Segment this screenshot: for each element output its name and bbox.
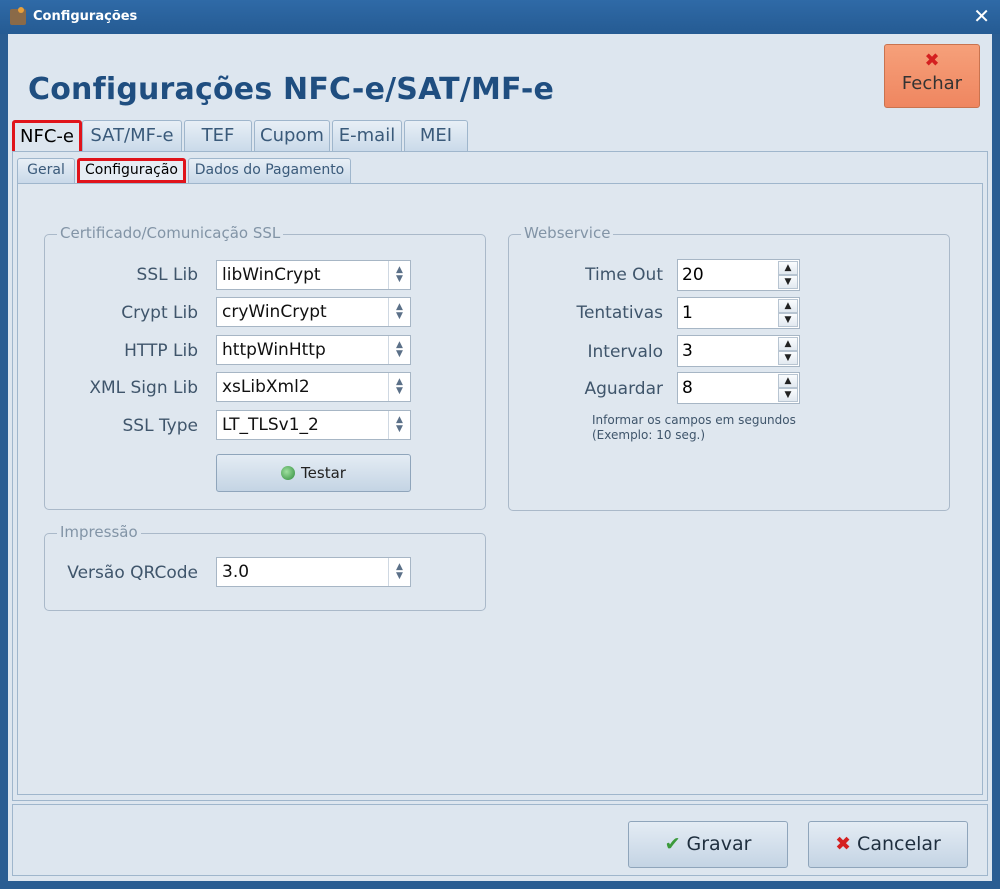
- time-out-spinner[interactable]: ▲ ▼: [677, 259, 800, 291]
- webservice-group: Webservice Time Out ▲ ▼ Tentativas ▲ ▼: [508, 224, 950, 511]
- fechar-button[interactable]: ✖ Fechar: [884, 44, 980, 108]
- app-icon: [10, 7, 26, 25]
- tentativas-label: Tentativas: [576, 303, 663, 323]
- ssl-lib-value: libWinCrypt: [222, 265, 321, 285]
- qrcode-version-value: 3.0: [222, 562, 250, 582]
- tab-cupom[interactable]: Cupom: [254, 120, 330, 152]
- spin-down-icon[interactable]: ▼: [778, 351, 798, 365]
- spin-down-icon[interactable]: ▼: [778, 275, 798, 289]
- testar-button[interactable]: Testar: [216, 454, 411, 492]
- hint-line-1: Informar os campos em segundos: [592, 413, 796, 427]
- seconds-hint: Informar os campos em segundos (Exemplo:…: [592, 413, 796, 443]
- xml-sign-lib-value: xsLibXml2: [222, 377, 310, 397]
- cancelar-button-label: Cancelar: [857, 833, 941, 855]
- print-group: Impressão Versão QRCode 3.0 ▲ ▼: [44, 523, 486, 611]
- print-group-legend: Impressão: [57, 523, 141, 541]
- fechar-button-label: Fechar: [901, 73, 963, 94]
- close-icon: ✖: [924, 50, 940, 71]
- tentativas-input[interactable]: [680, 301, 776, 325]
- tab-email[interactable]: E-mail: [332, 120, 402, 152]
- tab-nfce[interactable]: NFC-e: [12, 120, 82, 154]
- subtab-dados-pagamento[interactable]: Dados do Pagamento: [188, 158, 351, 183]
- tentativas-spinner[interactable]: ▲ ▼: [677, 297, 800, 329]
- gravar-button-label: Gravar: [686, 833, 752, 855]
- http-lib-select[interactable]: httpWinHttp ▲ ▼: [216, 335, 411, 365]
- spin-up-icon[interactable]: ▲: [778, 337, 798, 351]
- intervalo-input[interactable]: [680, 339, 776, 363]
- cancel-icon: ✖: [835, 833, 852, 855]
- ssl-group: Certificado/Comunicação SSL SSL Lib libW…: [44, 224, 486, 510]
- xml-sign-lib-select[interactable]: xsLibXml2 ▲ ▼: [216, 372, 411, 402]
- crypt-lib-label: Crypt Lib: [121, 303, 198, 323]
- footer-panel: ✔ Gravar ✖ Cancelar: [12, 804, 988, 876]
- qrcode-version-select[interactable]: 3.0 ▲ ▼: [216, 557, 411, 587]
- hint-line-2: (Exemplo: 10 seg.): [592, 428, 706, 442]
- time-out-label: Time Out: [585, 265, 663, 285]
- test-icon: [281, 466, 296, 480]
- intervalo-spinner[interactable]: ▲ ▼: [677, 335, 800, 367]
- configuracao-panel: Certificado/Comunicação SSL SSL Lib libW…: [17, 183, 983, 795]
- check-icon: ✔: [664, 833, 681, 855]
- aguardar-label: Aguardar: [584, 379, 663, 399]
- spin-down-icon[interactable]: ▼: [778, 388, 798, 402]
- http-lib-value: httpWinHttp: [222, 340, 326, 360]
- spinner-buttons: ▲ ▼: [778, 374, 798, 402]
- spin-up-icon[interactable]: ▲: [778, 261, 798, 275]
- combo-arrows-icon: ▲ ▼: [388, 261, 410, 289]
- aguardar-input[interactable]: [680, 376, 776, 400]
- combo-arrows-icon: ▲ ▼: [388, 558, 410, 586]
- ssl-lib-select[interactable]: libWinCrypt ▲ ▼: [216, 260, 411, 290]
- crypt-lib-select[interactable]: cryWinCrypt ▲ ▼: [216, 297, 411, 327]
- window-title: Configurações: [33, 9, 138, 24]
- webservice-group-legend: Webservice: [521, 224, 614, 242]
- tab-mei[interactable]: MEI: [404, 120, 468, 152]
- window-titlebar: Configurações ✕: [0, 0, 1000, 34]
- spin-up-icon[interactable]: ▲: [778, 374, 798, 388]
- window-close-icon[interactable]: ✕: [973, 4, 990, 28]
- http-lib-label: HTTP Lib: [124, 341, 198, 361]
- tab-tef[interactable]: TEF: [184, 120, 252, 152]
- tab-sat-mfe[interactable]: SAT/MF-e: [82, 120, 182, 152]
- crypt-lib-value: cryWinCrypt: [222, 302, 327, 322]
- ssl-group-legend: Certificado/Comunicação SSL: [57, 224, 284, 242]
- combo-arrows-icon: ▲ ▼: [388, 373, 410, 401]
- spinner-buttons: ▲ ▼: [778, 261, 798, 289]
- spin-up-icon[interactable]: ▲: [778, 299, 798, 313]
- combo-arrows-icon: ▲ ▼: [388, 336, 410, 364]
- xml-sign-lib-label: XML Sign Lib: [89, 378, 198, 398]
- qrcode-version-label: Versão QRCode: [67, 563, 198, 583]
- spinner-buttons: ▲ ▼: [778, 299, 798, 327]
- tab-panel-nfce: Geral Configuração Dados do Pagamento Ce…: [12, 151, 988, 801]
- combo-arrows-icon: ▲ ▼: [388, 411, 410, 439]
- subtab-configuracao[interactable]: Configuração: [77, 158, 186, 183]
- gravar-button[interactable]: ✔ Gravar: [628, 821, 788, 868]
- page-title: Configurações NFC-e/SAT/MF-e: [28, 72, 555, 107]
- time-out-input[interactable]: [680, 263, 776, 287]
- dialog-client-area: Configurações NFC-e/SAT/MF-e ✖ Fechar NF…: [8, 34, 992, 881]
- aguardar-spinner[interactable]: ▲ ▼: [677, 372, 800, 404]
- spin-down-icon[interactable]: ▼: [778, 313, 798, 327]
- cancelar-button[interactable]: ✖ Cancelar: [808, 821, 968, 868]
- spinner-buttons: ▲ ▼: [778, 337, 798, 365]
- ssl-type-label: SSL Type: [122, 416, 198, 436]
- subtab-geral[interactable]: Geral: [17, 158, 75, 183]
- ssl-type-select[interactable]: LT_TLSv1_2 ▲ ▼: [216, 410, 411, 440]
- combo-arrows-icon: ▲ ▼: [388, 298, 410, 326]
- ssl-type-value: LT_TLSv1_2: [222, 415, 319, 435]
- ssl-lib-label: SSL Lib: [136, 265, 198, 285]
- intervalo-label: Intervalo: [587, 342, 663, 362]
- testar-button-label: Testar: [301, 464, 346, 482]
